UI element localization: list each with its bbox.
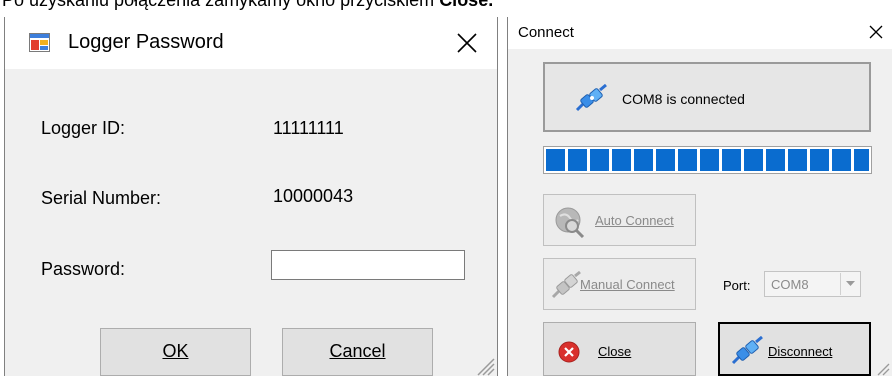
close-label: Close bbox=[598, 344, 632, 359]
password-label: Password: bbox=[41, 259, 126, 279]
port-label: Port: bbox=[723, 278, 751, 293]
logger-id-value: 11111111 bbox=[273, 118, 344, 138]
logger-password-dialog: Logger Password Logger ID: 11111111 Seri… bbox=[4, 17, 498, 376]
ok-button[interactable]: OK bbox=[100, 328, 251, 376]
manual-connect-label: Manual Connect bbox=[580, 277, 675, 292]
dialog-title: Connect bbox=[518, 24, 574, 41]
password-input[interactable] bbox=[271, 250, 465, 280]
cancel-button[interactable]: Cancel bbox=[282, 328, 433, 376]
progress-fill bbox=[546, 149, 869, 171]
close-icon[interactable] bbox=[455, 31, 479, 55]
chevron-down-icon bbox=[840, 273, 859, 295]
serial-number-label: Serial Number: bbox=[41, 188, 162, 208]
connection-status-panel: COM8 is connected bbox=[543, 62, 871, 132]
title-bar[interactable]: Logger Password bbox=[5, 17, 497, 69]
manual-connect-button[interactable]: Manual Connect bbox=[543, 258, 696, 310]
auto-connect-label: Auto Connect bbox=[595, 213, 674, 228]
auto-connect-button[interactable]: Auto Connect bbox=[543, 194, 696, 246]
title-bar[interactable]: Connect bbox=[508, 17, 892, 49]
caption-text: Po uzyskaniu połączenia zamykamy okno pr… bbox=[2, 0, 440, 10]
resize-grip-icon[interactable] bbox=[874, 360, 890, 376]
app-icon bbox=[29, 33, 50, 52]
close-button[interactable]: Close bbox=[543, 322, 696, 376]
caption-bold: Close. bbox=[439, 0, 494, 10]
disconnect-button[interactable]: Disconnect bbox=[718, 322, 871, 376]
close-circle-icon bbox=[558, 341, 580, 363]
close-icon[interactable] bbox=[868, 24, 884, 40]
port-value: COM8 bbox=[771, 277, 809, 292]
disconnect-label: Disconnect bbox=[768, 344, 833, 359]
connection-progress-bar bbox=[543, 146, 872, 174]
plug-icon bbox=[731, 336, 763, 365]
connect-dialog: Connect COM8 is connected Auto Connect M… bbox=[507, 17, 892, 376]
plug-icon bbox=[551, 270, 581, 299]
globe-search-icon bbox=[555, 207, 585, 238]
plug-connected-icon bbox=[575, 84, 607, 112]
logger-id-label: Logger ID: bbox=[41, 118, 126, 138]
resize-grip-icon[interactable] bbox=[473, 354, 495, 376]
caption: Po uzyskaniu połączenia zamykamy okno pr… bbox=[0, 0, 892, 11]
status-text: COM8 is connected bbox=[622, 91, 745, 107]
port-select[interactable]: COM8 bbox=[764, 271, 861, 297]
dialog-title: Logger Password bbox=[68, 31, 224, 53]
serial-number-value: 10000043 bbox=[273, 186, 354, 206]
